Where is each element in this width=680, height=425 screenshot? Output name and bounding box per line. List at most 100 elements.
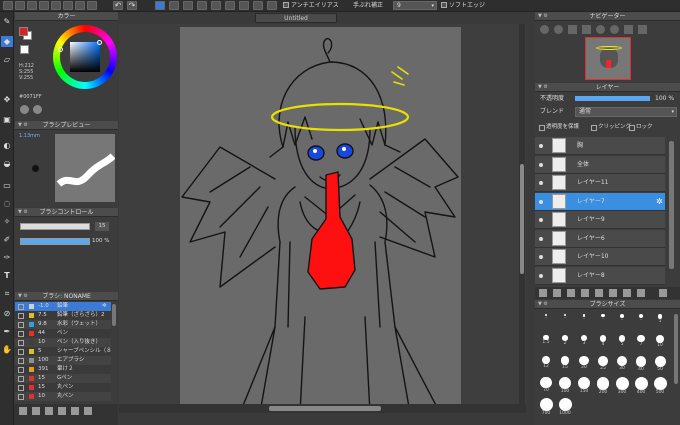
brush-visibility-box[interactable]: [18, 304, 24, 310]
rect-select-icon[interactable]: ▭: [1, 180, 13, 191]
antialias-checkbox[interactable]: [283, 2, 289, 8]
canvas-tab[interactable]: Untitled: [255, 13, 337, 23]
brush-size-cell[interactable]: 1.5: [537, 335, 555, 345]
layer-list-scrollbar[interactable]: [669, 141, 674, 269]
new-icon[interactable]: [3, 1, 13, 10]
brush-size-cell[interactable]: 200: [594, 377, 612, 395]
navigator-rotate-right-icon[interactable]: [610, 25, 619, 34]
panel-menu-icon[interactable]: ▼ ⚙: [18, 121, 28, 130]
panel-menu-icon[interactable]: ▼ ⚙: [18, 292, 28, 301]
layer-menu-icon[interactable]: [567, 289, 575, 297]
brush-size-cell[interactable]: -: [613, 314, 631, 323]
layer-move-up-icon[interactable]: [623, 289, 631, 297]
brush-visibility-box[interactable]: [18, 376, 24, 382]
clipping-checkbox[interactable]: [591, 125, 597, 131]
color-wheel[interactable]: [53, 25, 117, 89]
eye-icon[interactable]: [539, 236, 543, 241]
bucket-tool-icon[interactable]: ◒: [1, 158, 13, 169]
canvas-viewport[interactable]: [119, 24, 526, 413]
eraser-tool-icon[interactable]: ▱: [1, 54, 13, 65]
select-eraser-icon[interactable]: ✑: [1, 252, 13, 263]
gradient-tool-icon[interactable]: ◐: [1, 140, 13, 151]
layer-opacity-slider[interactable]: [575, 96, 650, 101]
brush-size-cell[interactable]: 150: [575, 377, 593, 394]
brush-visibility-box[interactable]: [18, 394, 24, 400]
gear-icon[interactable]: ✲: [102, 302, 107, 311]
navigator-fit-icon[interactable]: [568, 25, 577, 34]
brush-list-item[interactable]: 5 シャープペンシル（８）: [15, 347, 111, 356]
layer-row[interactable]: レイヤー7 ✲: [535, 192, 665, 211]
add-layer-icon[interactable]: [539, 289, 547, 297]
deselect-icon[interactable]: [183, 1, 193, 10]
layer-folder-icon[interactable]: [595, 289, 603, 297]
brush-visibility-box[interactable]: [18, 331, 24, 337]
brush-import-icon[interactable]: [71, 407, 79, 415]
brush-visibility-box[interactable]: [18, 313, 24, 319]
brush-list-item[interactable]: 10 丸ペン: [15, 392, 111, 401]
select-all-icon[interactable]: [169, 1, 179, 10]
navigator-thumbnail[interactable]: [585, 37, 631, 80]
panel-menu-icon[interactable]: ▼ ⚙: [538, 300, 548, 309]
pen-tool-icon[interactable]: ✒: [1, 326, 13, 337]
open-icon[interactable]: [15, 1, 25, 10]
brush-size-cell[interactable]: 300: [613, 377, 631, 395]
brush-size-cell[interactable]: 400: [632, 377, 650, 395]
hand-tool-icon[interactable]: ✋: [1, 344, 13, 355]
navigator-reset-icon[interactable]: [624, 25, 633, 34]
brush-size-cell[interactable]: 700: [537, 398, 555, 416]
brush-list-item[interactable]: 100 エアブラシ: [15, 356, 111, 365]
brush-size-cell[interactable]: 30: [613, 356, 631, 371]
brush-size-cell[interactable]: 12: [537, 356, 555, 369]
layer-row[interactable]: レイヤー8: [535, 266, 665, 285]
snap-grid-icon[interactable]: [225, 1, 235, 10]
export-icon[interactable]: [51, 1, 61, 10]
brush-size-cell[interactable]: 2: [556, 335, 574, 346]
brush-size-cell[interactable]: 10: [651, 335, 669, 348]
saturation-value-square[interactable]: [70, 42, 100, 72]
brush-list-item[interactable]: 10 ペン（入り抜き）: [15, 338, 111, 347]
hue-marker[interactable]: [58, 47, 63, 52]
transform-icon[interactable]: [211, 1, 221, 10]
brush-list-item[interactable]: 15 丸ペン: [15, 383, 111, 392]
panel-menu-icon[interactable]: ▼ ⚙: [538, 83, 548, 92]
brush-list-item[interactable]: 15 Gペン: [15, 374, 111, 383]
brush-list-scrollbar[interactable]: [112, 304, 116, 326]
brush-list-item[interactable]: 9.8 水彩（ウェット）: [15, 320, 111, 329]
eye-icon[interactable]: [539, 218, 543, 222]
brush-size-cell[interactable]: 40: [632, 356, 650, 372]
color-marker[interactable]: [97, 40, 102, 45]
snap-radial-icon[interactable]: [253, 1, 263, 10]
brush-size-cell[interactable]: 500: [651, 377, 669, 395]
move-tool-icon[interactable]: ✥: [1, 94, 13, 105]
brush-visibility-box[interactable]: [18, 349, 24, 355]
stabilizer-select[interactable]: 9 ▾: [393, 1, 437, 10]
panel-menu-icon[interactable]: ▼ ⚙: [538, 12, 548, 21]
window-icon[interactable]: [87, 1, 97, 10]
brush-size-cell[interactable]: -: [556, 314, 574, 321]
eye-icon[interactable]: [539, 255, 543, 259]
brush-size-cell[interactable]: 1: [651, 314, 669, 324]
grid-icon[interactable]: [75, 1, 85, 10]
brush-page-icon[interactable]: [32, 407, 40, 415]
brush-size-cell[interactable]: 20: [575, 356, 593, 370]
layer-move-down-icon[interactable]: [609, 289, 617, 297]
artwork-canvas[interactable]: [180, 27, 461, 413]
layer-row[interactable]: レイヤー9: [535, 211, 665, 229]
selection-tool-icon[interactable]: [155, 1, 165, 10]
layer-delete-icon[interactable]: [659, 289, 667, 297]
save-icon[interactable]: [39, 1, 49, 10]
gear-icon[interactable]: ✲: [656, 193, 663, 211]
lock-checkbox[interactable]: [629, 125, 635, 131]
brush-size-value[interactable]: 15: [95, 222, 109, 231]
canvas-vertical-scrollbar[interactable]: [519, 24, 525, 413]
layer-merge-icon[interactable]: [637, 289, 645, 297]
add-layer-folder-icon[interactable]: [553, 289, 561, 297]
brush-visibility-box[interactable]: [18, 367, 24, 373]
brush-list-item[interactable]: 391 暈け２: [15, 365, 111, 374]
canvas-horizontal-scrollbar[interactable]: [119, 404, 526, 413]
brush-list-item[interactable]: 7.5 鉛筆（ざらざら）2: [15, 311, 111, 320]
invert-icon[interactable]: [197, 1, 207, 10]
fill-tool-icon[interactable]: ▣: [1, 114, 13, 125]
lasso-tool-icon[interactable]: ◌: [1, 198, 13, 209]
redo-icon[interactable]: ↷: [127, 1, 137, 10]
